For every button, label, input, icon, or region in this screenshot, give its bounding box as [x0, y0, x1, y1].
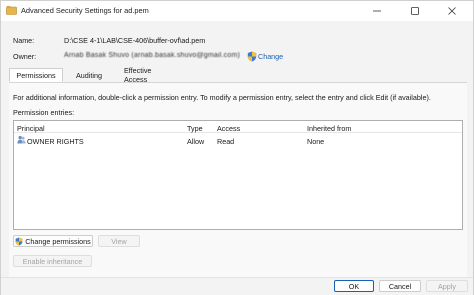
window-title: Advanced Security Settings for ad.pem	[21, 6, 149, 15]
apply-button[interactable]: Apply	[426, 280, 468, 292]
tab-effective-access[interactable]: Effective Access	[115, 66, 181, 84]
advanced-security-settings-window: Advanced Security Settings for ad.pem Na…	[0, 0, 474, 295]
ok-button[interactable]: OK	[334, 280, 374, 292]
tab-auditing[interactable]: Auditing	[63, 68, 115, 82]
title-bar[interactable]: Advanced Security Settings for ad.pem	[1, 1, 473, 21]
cell-access: Read	[217, 137, 235, 146]
column-inherited-from[interactable]: Inherited from	[307, 124, 351, 133]
instructions-text: For additional information, double-click…	[13, 93, 431, 102]
change-permissions-button[interactable]: Change permissions	[13, 235, 93, 247]
table-row[interactable]: OWNER RIGHTS Allow Read None	[14, 134, 462, 146]
uac-shield-icon	[247, 51, 257, 62]
minimize-icon	[373, 10, 381, 12]
cancel-button[interactable]: Cancel	[379, 280, 421, 292]
cell-principal: OWNER RIGHTS	[27, 137, 84, 146]
enable-inheritance-button[interactable]: Enable inheritance	[13, 255, 92, 267]
change-owner-link[interactable]: Change	[258, 52, 283, 61]
minimize-button[interactable]	[363, 1, 391, 21]
cell-inherited-from: None	[307, 137, 325, 146]
column-access[interactable]: Access	[217, 124, 240, 133]
close-button[interactable]	[438, 1, 466, 21]
cell-type: Allow	[187, 137, 205, 146]
table-header: Principal Type Access Inherited from	[14, 121, 462, 133]
close-icon	[448, 7, 456, 15]
maximize-icon	[411, 7, 419, 15]
change-permissions-label: Change permissions	[25, 236, 91, 246]
folder-icon	[6, 6, 17, 15]
owner-value: Arnab Basak Shuvo (arnab.basak.shuvo@gma…	[64, 52, 241, 59]
uac-shield-icon	[15, 237, 23, 245]
column-principal[interactable]: Principal	[17, 124, 45, 133]
owner-label: Owner:	[13, 52, 37, 61]
permission-entries-label: Permission entries:	[13, 108, 75, 117]
name-value: D:\CSE 4-1\LAB\CSE-406\buffer-ovf\ad.pem	[64, 36, 206, 45]
user-group-icon	[17, 135, 26, 144]
name-label: Name:	[13, 36, 35, 45]
view-button[interactable]: View	[98, 235, 140, 247]
tab-permissions[interactable]: Permissions	[9, 68, 63, 82]
tab-strip: Permissions Auditing Effective Access	[9, 66, 181, 84]
maximize-button[interactable]	[401, 1, 429, 21]
column-type[interactable]: Type	[187, 124, 203, 133]
permission-entries-list[interactable]: Principal Type Access Inherited from OWN…	[13, 120, 463, 230]
